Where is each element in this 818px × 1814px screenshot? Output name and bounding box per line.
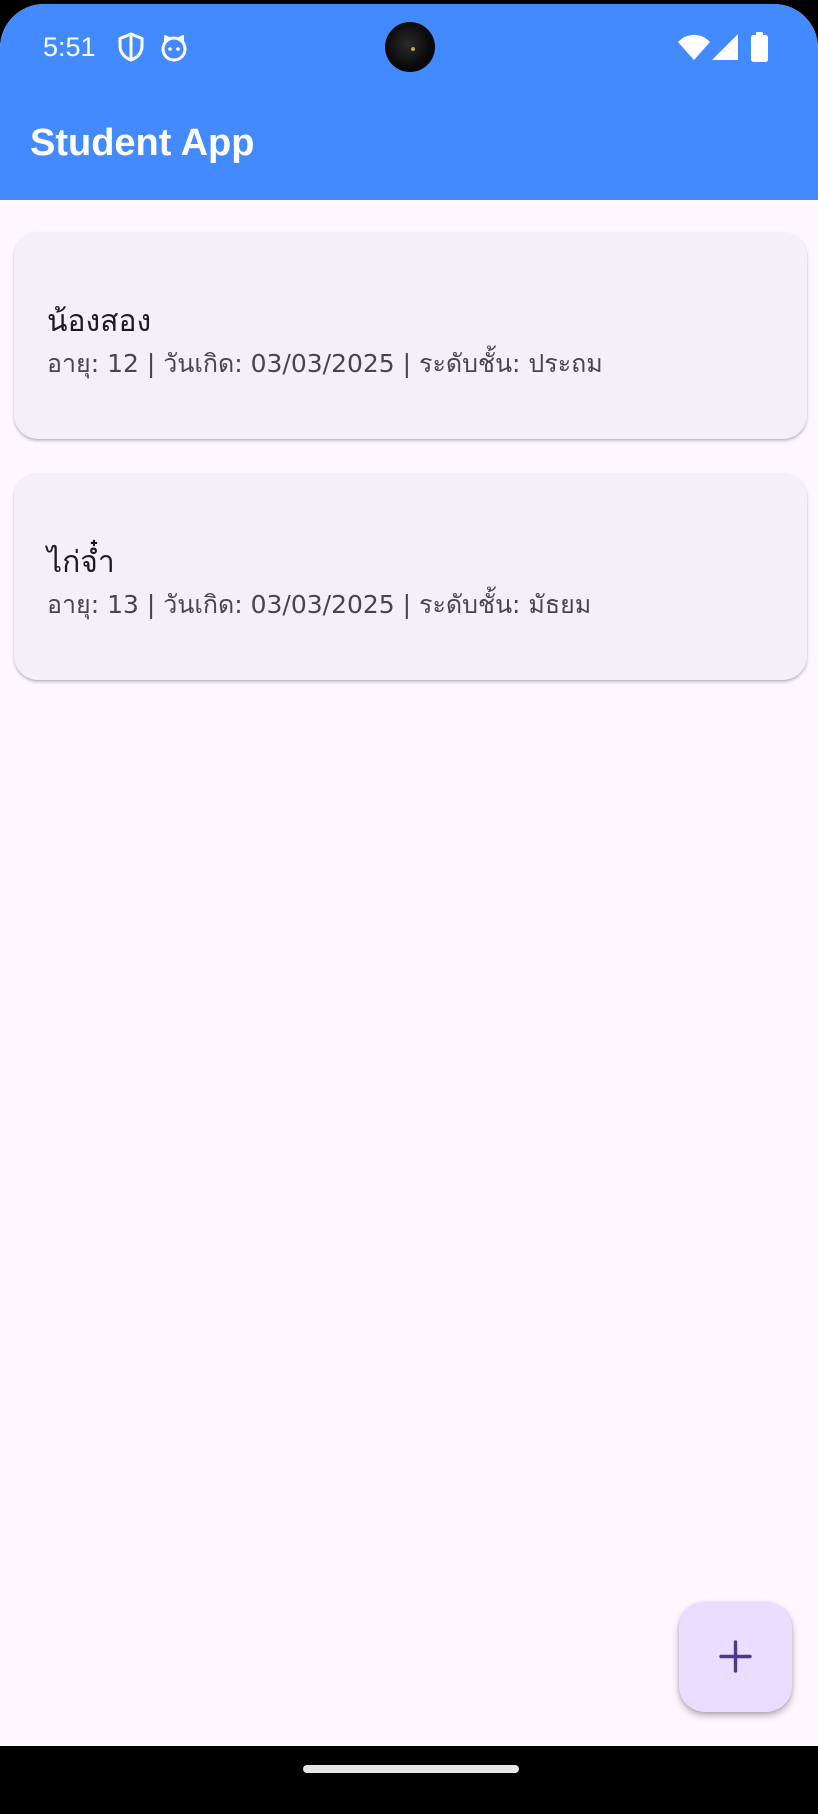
app-screen: 5:51 Student App น้องสอง อายุ: 12 | วันเ…	[0, 4, 818, 1794]
front-camera	[385, 22, 435, 72]
student-name: ไก่จ๋ำ	[47, 545, 115, 580]
home-indicator[interactable]	[303, 1765, 519, 1773]
status-bar: 5:51	[0, 4, 818, 90]
plus-icon	[719, 1640, 752, 1673]
student-name: น้องสอง	[47, 304, 152, 339]
system-navigation-bar	[0, 1746, 818, 1814]
app-title: Student App	[30, 122, 255, 164]
add-student-button[interactable]	[679, 1602, 792, 1712]
wifi-icon	[678, 34, 710, 60]
camera-lens-dot	[411, 47, 415, 51]
student-card[interactable]: น้องสอง อายุ: 12 | วันเกิด: 03/03/2025 |…	[14, 232, 807, 439]
student-detail: อายุ: 13 | วันเกิด: 03/03/2025 | ระดับชั…	[47, 590, 592, 619]
status-time: 5:51	[43, 32, 96, 62]
battery-icon	[751, 32, 768, 62]
shield-icon	[118, 32, 144, 62]
phone-frame: 5:51 Student App น้องสอง อายุ: 12 | วันเ…	[0, 0, 818, 1814]
student-detail: อายุ: 12 | วันเกิด: 03/03/2025 | ระดับชั…	[47, 349, 603, 378]
app-header: 5:51 Student App	[0, 4, 818, 200]
cellular-signal-icon	[712, 34, 738, 60]
student-card[interactable]: ไก่จ๋ำ อายุ: 13 | วันเกิด: 03/03/2025 | …	[14, 473, 807, 680]
cat-face-icon	[161, 35, 187, 62]
